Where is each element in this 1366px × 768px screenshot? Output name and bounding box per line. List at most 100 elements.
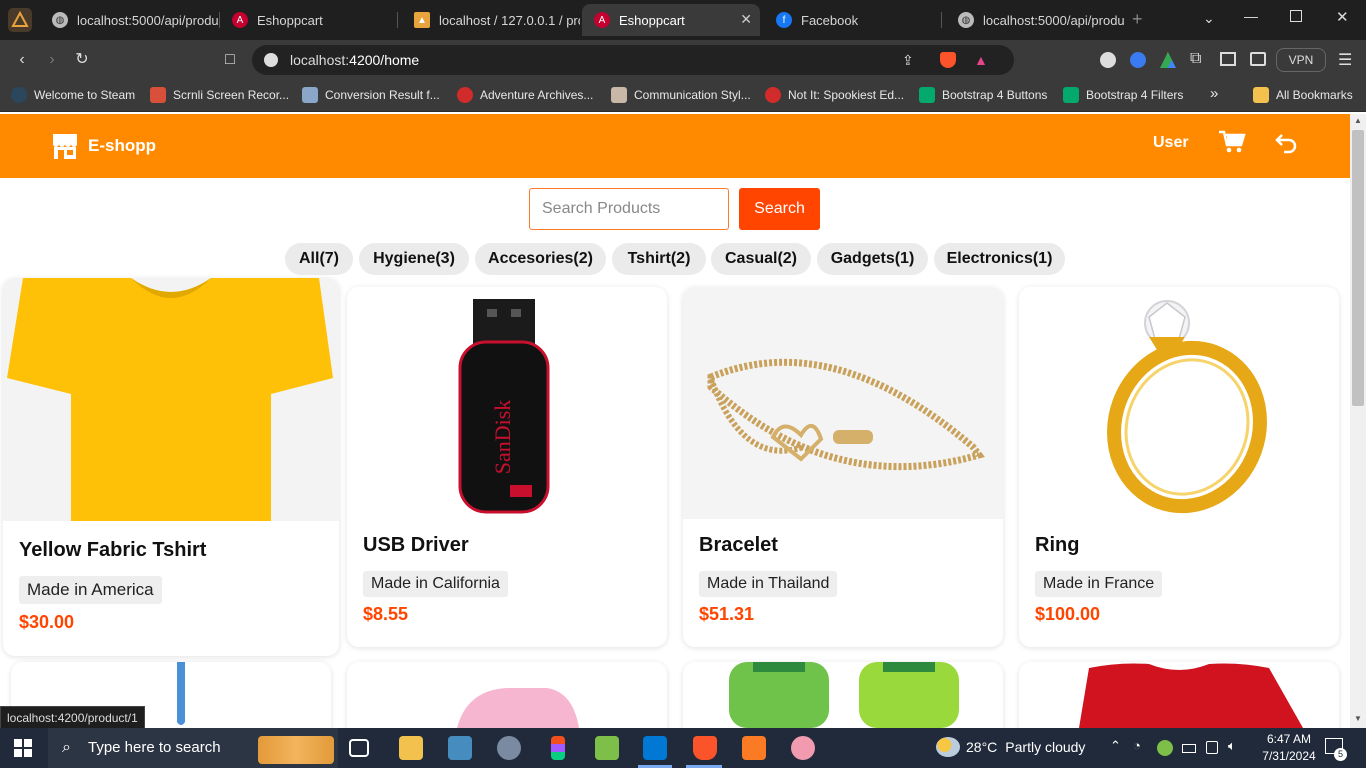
extensions-puzzle-icon[interactable]: ⧉ [1190, 50, 1201, 68]
bookmark-communication[interactable]: Communication Styl... [611, 87, 751, 103]
tab-eshoppcart-1[interactable]: A Eshoppcart [220, 4, 398, 36]
category-electronics[interactable]: Electronics(1) [934, 243, 1065, 275]
bookmark-bootstrap-buttons[interactable]: Bootstrap 4 Buttons [919, 87, 1047, 103]
scroll-down-icon[interactable]: ▼ [1354, 714, 1362, 723]
convert-icon [302, 87, 318, 103]
close-window-icon[interactable]: ✕ [1336, 8, 1349, 26]
tab-title: Eshoppcart [619, 12, 685, 28]
product-card[interactable] [1019, 662, 1339, 728]
user-link[interactable]: User [1153, 134, 1189, 152]
godot-icon[interactable] [448, 736, 472, 760]
tab-api-products-2[interactable]: ◍ localhost:5000/api/produ [946, 4, 1124, 36]
minimize-icon[interactable]: — [1244, 8, 1258, 24]
all-bookmarks-folder[interactable]: All Bookmarks [1253, 87, 1353, 103]
notification-count-badge: 5 [1334, 748, 1347, 761]
product-card[interactable]: Bracelet Made in Thailand $51.31 [683, 287, 1003, 647]
brave-shields-icon[interactable] [940, 52, 956, 68]
product-card[interactable]: Yellow Fabric Tshirt Made in America $30… [3, 278, 339, 656]
system-clock[interactable]: 6:47 AM 7/31/2024 [1255, 731, 1323, 765]
tray-app-icon[interactable] [1157, 740, 1173, 756]
weather-temperature: 28°C [966, 739, 998, 755]
product-card[interactable]: Ring Made in France $100.00 [1019, 287, 1339, 647]
category-hygiene[interactable]: Hygiene(3) [359, 243, 469, 275]
category-all[interactable]: All(7) [285, 243, 353, 275]
w3-icon [919, 87, 935, 103]
tab-separator [941, 12, 942, 28]
tab-facebook[interactable]: f Facebook [764, 4, 942, 36]
web-page: E-shopp User Search All(7) Hygiene(3) Ac… [0, 114, 1350, 728]
product-origin-badge: Made in Thailand [699, 571, 838, 597]
sidebar-icon[interactable] [1220, 52, 1236, 66]
steam-icon [11, 87, 27, 103]
angular-icon: A [232, 12, 248, 28]
globe-icon: ◍ [958, 12, 974, 28]
battery-icon[interactable] [1182, 744, 1196, 753]
bookmark-conversion[interactable]: Conversion Result f... [302, 87, 440, 103]
new-tab-icon[interactable]: + [1132, 9, 1143, 30]
search-button[interactable]: Search [739, 188, 820, 230]
bookmark-bootstrap-filters[interactable]: Bootstrap 4 Filters [1063, 87, 1183, 103]
app-icon[interactable] [497, 736, 521, 760]
clock-date: 7/31/2024 [1262, 749, 1316, 763]
vscode-icon[interactable] [643, 736, 667, 760]
category-casual[interactable]: Casual(2) [711, 243, 811, 275]
scrollbar-thumb[interactable] [1352, 130, 1364, 406]
restore-icon[interactable] [1290, 10, 1302, 22]
product-card[interactable] [347, 662, 667, 728]
bookmark-steam[interactable]: Welcome to Steam [11, 87, 135, 103]
partly-cloudy-icon [936, 737, 960, 757]
browser-tab-bar: ◍ localhost:5000/api/produ A Eshoppcart … [0, 0, 1366, 40]
tab-list-chevron-icon[interactable]: ⌄ [1203, 10, 1215, 27]
xampp-icon[interactable] [742, 736, 766, 760]
brave-menu-icon[interactable] [8, 8, 32, 32]
extension-icon-2[interactable] [1130, 52, 1146, 68]
file-explorer-icon[interactable] [399, 736, 423, 760]
more-bookmarks-icon[interactable]: » [1210, 85, 1218, 102]
bookmark-label: Bootstrap 4 Filters [1086, 88, 1184, 102]
windows-start-icon[interactable] [14, 739, 32, 757]
tab-eshoppcart-active[interactable]: A Eshoppcart ✕ [582, 4, 760, 36]
vpn-button[interactable]: VPN [1276, 48, 1326, 72]
extension-icon-1[interactable] [1100, 52, 1116, 68]
logout-return-icon[interactable] [1274, 131, 1300, 155]
browser-menu-icon[interactable]: ☰ [1338, 50, 1352, 70]
bookmark-not-it[interactable]: Not It: Spookiest Ed... [765, 87, 904, 103]
paw-app-icon[interactable] [791, 736, 815, 760]
bookmark-scrnli[interactable]: Scrnli Screen Recor... [150, 87, 289, 103]
product-price: $8.55 [363, 604, 409, 624]
brave-rewards-icon[interactable]: ▲ [974, 45, 988, 75]
address-bar[interactable]: localhost:4200/home ⇪ ▲ [252, 45, 1014, 75]
volume-icon[interactable]: 🔈︎ [1228, 738, 1236, 754]
brand-logo[interactable]: E-shopp [50, 131, 156, 161]
store-icon [53, 134, 77, 159]
tab-api-products-1[interactable]: ◍ localhost:5000/api/produ [40, 4, 220, 36]
product-card[interactable]: SanDisk USB Driver Made in California $8… [347, 287, 667, 647]
forward-icon[interactable]: › [42, 50, 62, 70]
reload-icon[interactable]: ↻ [72, 50, 92, 70]
show-hidden-icons[interactable]: ⌃ [1110, 738, 1121, 754]
brave-browser-icon[interactable] [693, 736, 717, 760]
bookmark-icon[interactable]: □ [220, 50, 240, 70]
search-input[interactable] [529, 188, 729, 230]
taskbar-search-box[interactable]: ⌕ Type here to search [48, 728, 338, 768]
task-view-icon[interactable] [349, 739, 369, 757]
close-tab-icon[interactable]: ✕ [740, 11, 752, 28]
weather-widget[interactable]: 28°C Partly cloudy [936, 737, 1085, 757]
cart-icon[interactable] [1218, 130, 1246, 154]
share-icon[interactable]: ⇪ [902, 45, 914, 75]
product-card[interactable] [683, 662, 1003, 728]
back-icon[interactable]: ‹ [12, 50, 32, 70]
network-icon[interactable]: ◔ [1133, 738, 1141, 753]
site-info-icon[interactable] [264, 53, 278, 67]
wallet-icon[interactable] [1250, 52, 1266, 66]
notepad-plus-icon[interactable] [595, 736, 619, 760]
scroll-up-icon[interactable]: ▲ [1354, 116, 1362, 125]
tray-device-icon[interactable] [1206, 741, 1218, 754]
bookmark-adventure[interactable]: Adventure Archives... [457, 87, 593, 103]
category-accesories[interactable]: Accesories(2) [475, 243, 606, 275]
product-image-ring [1019, 287, 1339, 519]
category-tshirt[interactable]: Tshirt(2) [612, 243, 706, 275]
tab-phpmyadmin[interactable]: ▲ localhost / 127.0.0.1 / prc [402, 4, 580, 36]
figma-icon[interactable] [551, 736, 565, 760]
category-gadgets[interactable]: Gadgets(1) [817, 243, 928, 275]
